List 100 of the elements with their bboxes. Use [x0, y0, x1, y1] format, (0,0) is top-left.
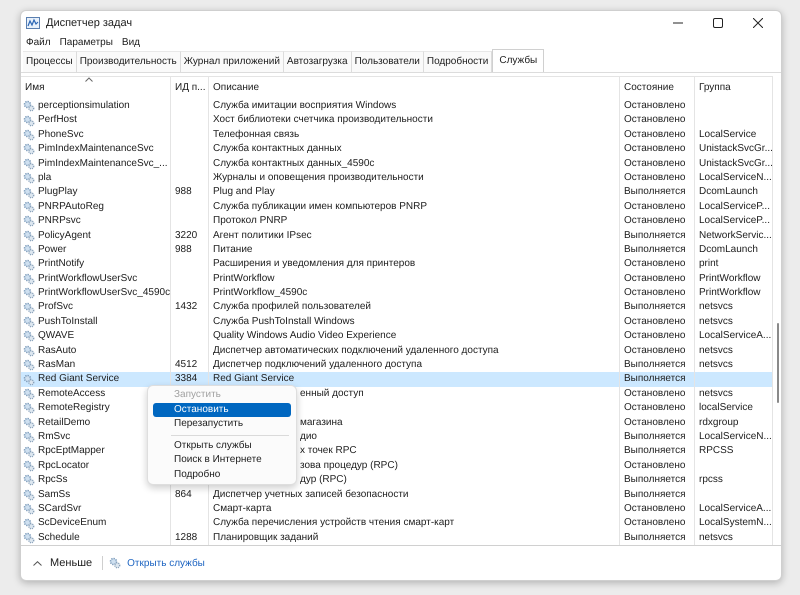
service-group: LocalService	[699, 128, 756, 142]
service-status: Выполняется	[624, 372, 686, 386]
service-status: Остановлено	[624, 272, 686, 286]
context-menu-item[interactable]: Открыть службы	[153, 438, 291, 453]
service-name: PimIndexMaintenanceSvc	[38, 142, 154, 156]
service-name: PhoneSvc	[38, 128, 84, 142]
service-description: магазина	[300, 416, 343, 430]
column-header[interactable]: Имя	[21, 77, 171, 99]
gears-icon	[23, 230, 35, 242]
service-group: netsvcs	[699, 300, 733, 315]
service-name: perceptionsimulation	[38, 99, 130, 113]
menu-item[interactable]: Вид	[122, 36, 140, 48]
service-name: Power	[38, 242, 66, 257]
scrollbar-thumb[interactable]	[777, 323, 779, 403]
service-description: Протокол PNRP	[213, 214, 288, 228]
service-group: RPCSS	[699, 444, 734, 459]
service-description: Телефонная связь	[213, 128, 300, 142]
gears-icon	[109, 557, 122, 569]
service-status: Остановлено	[624, 401, 686, 416]
gears-icon	[23, 402, 35, 414]
gears-icon	[23, 200, 35, 213]
context-menu-item[interactable]: Перезапустить	[153, 417, 291, 432]
service-group: rdxgroup	[699, 416, 738, 430]
service-status: Выполняется	[624, 530, 686, 545]
service-description: Хост библиотеки счетчика производительности	[213, 113, 433, 128]
service-status: Остановлено	[624, 214, 686, 228]
gears-icon	[23, 287, 35, 300]
service-name: PolicyAgent	[38, 228, 91, 243]
service-status: Остановлено	[624, 314, 686, 329]
service-group: UnistackSvcGr...	[699, 156, 773, 171]
context-menu-item[interactable]: Поиск в Интернете	[153, 453, 291, 468]
gears-icon	[23, 302, 35, 314]
service-description: PrintWorkflow_4590c	[213, 286, 308, 300]
service-name: RemoteAccess	[38, 386, 106, 401]
gears-icon	[23, 143, 35, 156]
service-status: Остановлено	[624, 99, 686, 113]
service-name: PimIndexMaintenanceSvc_...	[38, 156, 168, 171]
service-name: PrintWorkflowUserSvc	[38, 272, 138, 286]
selected-row[interactable]: Red Giant Service 3384 Red Giant Service Выполняется	[21, 372, 773, 387]
service-name: RasAuto	[38, 344, 76, 358]
open-services-link[interactable]: Открыть службы	[127, 558, 205, 568]
column-header[interactable]: ИД п...	[171, 77, 209, 99]
tab[interactable]: Процессы	[23, 51, 77, 72]
service-description: Plug and Play	[213, 185, 275, 200]
service-status: Выполняется	[624, 185, 686, 200]
process-id: 3384	[175, 372, 198, 386]
context-menu-item[interactable]: Остановить	[153, 402, 291, 417]
service-name: PrintWorkflowUserSvc_4590c	[38, 286, 170, 300]
service-status: Выполняется	[624, 358, 686, 372]
service-group: NetworkServic...	[699, 228, 772, 243]
service-description: Планировщик заданий	[213, 530, 318, 545]
close-icon[interactable]	[753, 18, 763, 28]
tab[interactable]: Службы	[492, 49, 544, 72]
service-name: RpcSs	[38, 473, 68, 488]
maximize-icon[interactable]	[713, 18, 723, 28]
menu-item[interactable]: Параметры	[60, 36, 113, 48]
service-status: Выполняется	[624, 488, 686, 502]
service-description: зова процедур (RPC)	[300, 458, 398, 473]
tab[interactable]: Журнал приложений	[180, 51, 284, 72]
gears-icon	[23, 330, 35, 342]
service-group: LocalServiceP...	[699, 214, 770, 229]
service-group: LocalSystemN...	[699, 516, 772, 531]
gears-icon	[23, 374, 35, 386]
service-name: PNRPsvc	[38, 214, 81, 228]
tab[interactable]: Производительность	[76, 51, 181, 72]
service-name: PNRPAutoReg	[38, 200, 104, 214]
service-group: UnistackSvcGr...	[699, 142, 773, 157]
service-group: localService	[699, 401, 753, 416]
service-name: RmSvc	[38, 430, 70, 444]
process-id: 864	[175, 488, 192, 502]
service-status: Остановлено	[624, 329, 686, 344]
process-id: 988	[175, 185, 192, 200]
context-menu-item[interactable]: Подробно	[153, 468, 291, 482]
service-status: Остановлено	[624, 458, 686, 473]
tab[interactable]: Пользователи	[352, 51, 424, 72]
service-description: Питание	[213, 242, 252, 257]
column-header[interactable]: Группа	[695, 77, 773, 99]
service-status: Остановлено	[624, 257, 686, 272]
service-group: netsvcs	[699, 358, 733, 372]
service-name: ProfSvc	[38, 300, 74, 314]
service-status: Выполняется	[624, 228, 686, 243]
tab[interactable]: Подробности	[424, 51, 492, 72]
service-name: RpcEptMapper	[38, 444, 105, 458]
service-group: LocalServiceN...	[699, 430, 772, 444]
service-group: rpcss	[699, 473, 723, 488]
service-name: SCardSvr	[38, 502, 82, 516]
menu-item[interactable]: Файл	[26, 36, 51, 48]
service-description: дур (RPC)	[300, 473, 347, 488]
gears-icon	[23, 446, 35, 458]
gears-icon	[23, 258, 35, 270]
service-group: PrintWorkflow	[699, 272, 760, 286]
fewer-details-button[interactable]: Меньше	[29, 555, 96, 571]
tab[interactable]: Автозагрузка	[284, 51, 352, 72]
service-status: Остановлено	[624, 502, 686, 516]
service-description: Служба контактных данных_4590c	[213, 156, 374, 171]
service-name: pla	[38, 170, 52, 185]
column-header[interactable]: Состояние	[620, 77, 695, 99]
caret-icon	[33, 560, 42, 566]
service-group: DcomLaunch	[699, 242, 758, 258]
column-header[interactable]: Описание	[209, 77, 620, 99]
